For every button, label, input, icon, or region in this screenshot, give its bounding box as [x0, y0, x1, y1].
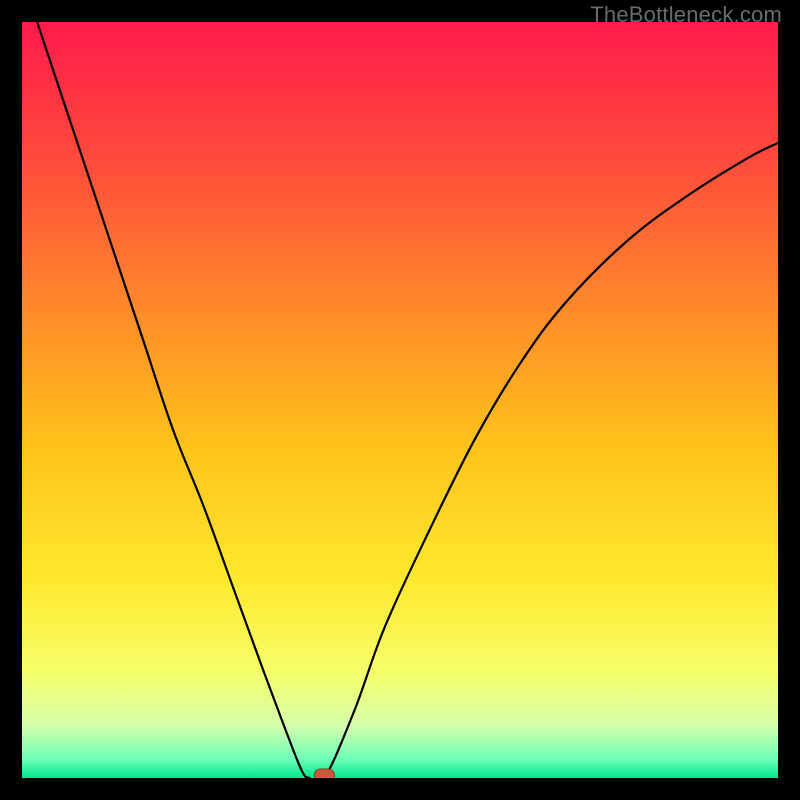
optimum-marker: [314, 769, 334, 778]
gradient-background: [22, 22, 778, 778]
plot-area: [22, 22, 778, 778]
chart-frame: TheBottleneck.com: [0, 0, 800, 800]
plot-svg: [22, 22, 778, 778]
watermark-text: TheBottleneck.com: [590, 2, 782, 28]
